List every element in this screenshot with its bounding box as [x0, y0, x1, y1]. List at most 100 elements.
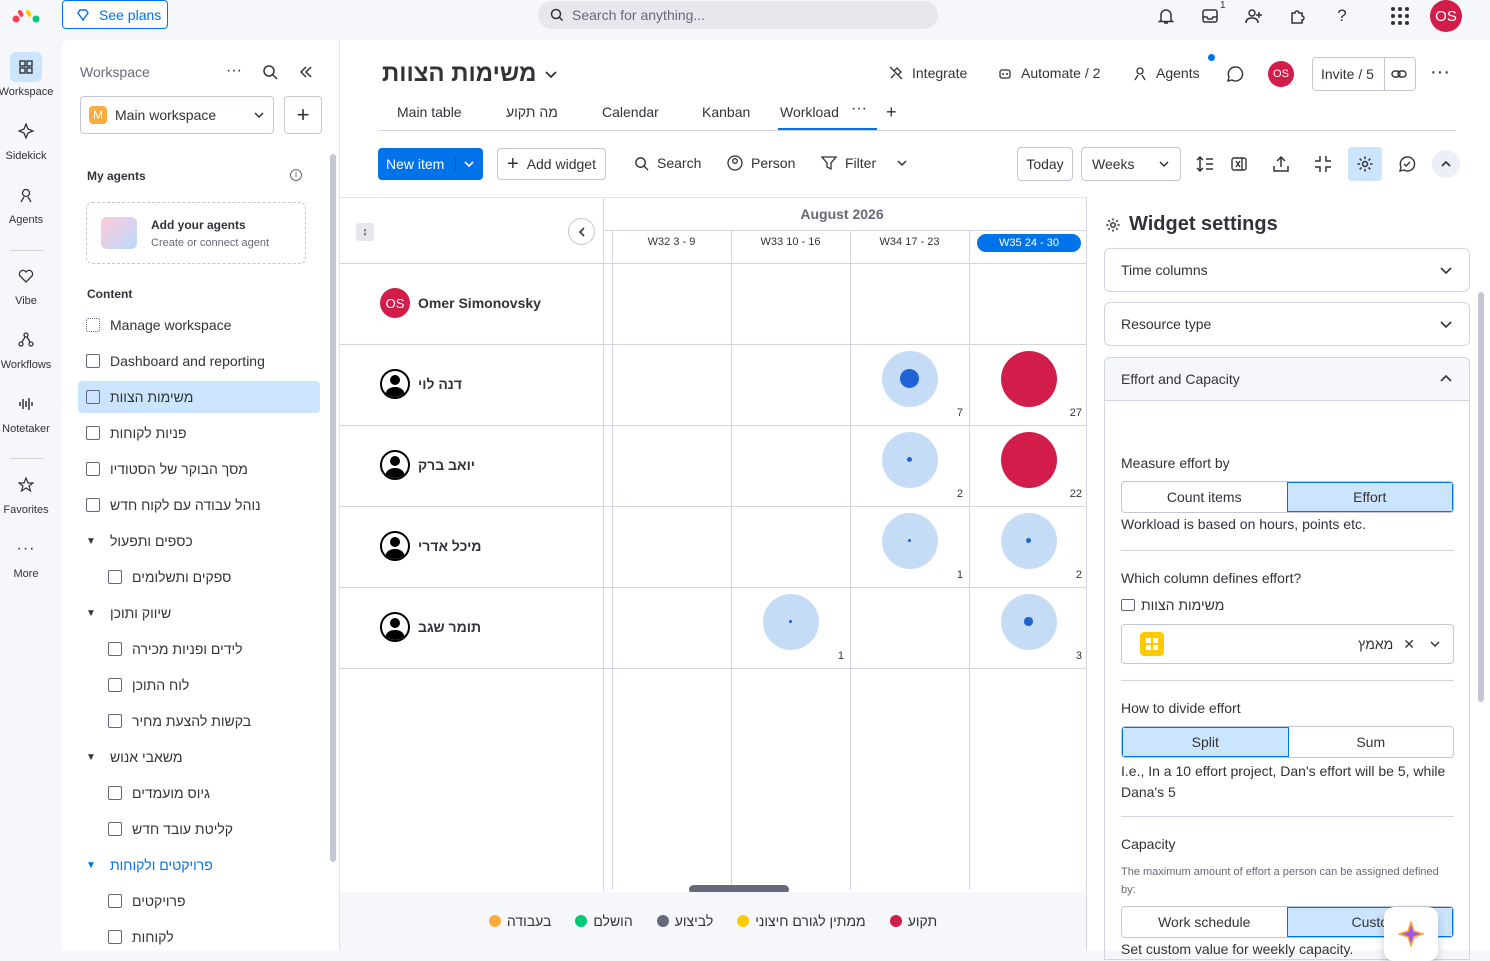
- person-row-label[interactable]: יואב ברק: [380, 450, 475, 480]
- rail-workspace[interactable]: Workspace: [0, 52, 53, 98]
- invite-button[interactable]: Invite / 5: [1312, 57, 1416, 91]
- inbox-icon[interactable]: [1198, 6, 1222, 26]
- workload-bubble[interactable]: [1000, 350, 1057, 407]
- current-week-header[interactable]: W35 24 - 30: [977, 234, 1081, 252]
- automate-button[interactable]: Automate / 2: [997, 65, 1100, 81]
- board-more-icon[interactable]: ···: [1430, 62, 1450, 82]
- sidebar-item-new-client-procedure[interactable]: נוהל עבודה עם לקוח חדש: [78, 489, 320, 521]
- bell-icon[interactable]: [1154, 6, 1178, 26]
- person-filter-button[interactable]: Person: [727, 155, 795, 171]
- search-button[interactable]: Search: [634, 155, 701, 171]
- sidebar-item-quote-requests[interactable]: בקשות להצעת מחיר: [100, 705, 320, 737]
- chevron-down-icon[interactable]: [463, 158, 475, 170]
- rail-favorites[interactable]: Favorites: [0, 470, 52, 516]
- board-title[interactable]: משימות הצוות: [382, 60, 558, 88]
- sidebar-more-icon[interactable]: ···: [226, 62, 242, 80]
- time-columns-accordion[interactable]: Time columns: [1104, 248, 1470, 292]
- link-icon[interactable]: [1391, 66, 1407, 82]
- sidebar-item-suppliers[interactable]: ספקים ותשלומים: [100, 561, 320, 593]
- filter-button[interactable]: Filter: [821, 155, 908, 171]
- ai-assistant-button[interactable]: [1384, 907, 1438, 961]
- monday-logo[interactable]: [12, 6, 42, 24]
- workload-bubble[interactable]: [1000, 512, 1057, 569]
- rail-notetaker[interactable]: Notetaker: [0, 389, 52, 435]
- new-item-button[interactable]: New item: [378, 148, 483, 180]
- legend-item[interactable]: לביצוע: [656, 913, 713, 929]
- sidebar-item-projects[interactable]: פרויקטים: [100, 885, 320, 917]
- feedback-icon[interactable]: [1398, 155, 1416, 173]
- effort-option[interactable]: Effort: [1286, 482, 1453, 512]
- sum-option[interactable]: Sum: [1289, 727, 1454, 757]
- sidebar-item-leads[interactable]: לידים ופניות מכירה: [100, 633, 320, 665]
- help-icon[interactable]: ?: [1330, 6, 1354, 26]
- tab-more-icon[interactable]: ···: [851, 100, 867, 118]
- rail-workflows[interactable]: Workflows: [0, 325, 52, 371]
- legend-item[interactable]: ממתין לגורם חיצוני: [737, 913, 866, 929]
- timescale-select[interactable]: Weeks: [1081, 147, 1181, 181]
- week-header[interactable]: W32 3 - 9: [612, 236, 731, 248]
- rail-agents[interactable]: Agents: [0, 180, 52, 226]
- collapse-names-icon[interactable]: [568, 218, 595, 245]
- agents-button[interactable]: Agents: [1132, 65, 1200, 81]
- apps-puzzle-icon[interactable]: [1286, 6, 1310, 26]
- rail-sidekick[interactable]: Sidekick: [0, 116, 52, 162]
- collapse-header-icon[interactable]: [1432, 150, 1460, 178]
- sidebar-item-manage-workspace[interactable]: Manage workspace: [78, 309, 320, 341]
- sidebar-scrollbar[interactable]: [330, 154, 336, 862]
- collapse-sidebar-icon[interactable]: [298, 64, 314, 80]
- sidebar-item-content-board[interactable]: לוח התוכן: [100, 669, 320, 701]
- person-row-label[interactable]: OS Omer Simonovsky: [380, 288, 541, 318]
- add-agents-card[interactable]: Add your agents Create or connect agent: [86, 202, 306, 264]
- workload-bubble[interactable]: [762, 593, 819, 650]
- app-switcher-icon[interactable]: [1388, 6, 1412, 26]
- chevron-down-icon[interactable]: [896, 157, 908, 169]
- fullscreen-icon[interactable]: [1314, 155, 1332, 173]
- tab-calendar[interactable]: Calendar: [602, 104, 659, 120]
- panel-scrollbar[interactable]: [1478, 292, 1484, 702]
- updates-icon[interactable]: [1226, 65, 1244, 83]
- workload-bubble[interactable]: [1000, 593, 1057, 650]
- workload-bubble[interactable]: [881, 431, 938, 488]
- content-header[interactable]: Content: [87, 287, 132, 301]
- sidebar-folder-marketing[interactable]: ▼ שיווק ותוכן: [78, 597, 320, 629]
- tab-workload[interactable]: Workload: [780, 104, 839, 120]
- sidebar-folder-projects[interactable]: ▼ פרויקטים ולקוחות: [78, 849, 320, 881]
- add-view-icon[interactable]: +: [886, 102, 897, 123]
- workspace-selector[interactable]: M Main workspace: [80, 96, 274, 134]
- workload-bubble[interactable]: [1000, 431, 1057, 488]
- week-header[interactable]: W33 10 - 16: [731, 236, 850, 248]
- tab-kanban[interactable]: Kanban: [702, 104, 750, 120]
- info-icon[interactable]: i: [290, 169, 302, 181]
- excel-export-icon[interactable]: [1230, 155, 1248, 173]
- sidebar-folder-finance[interactable]: ▼ כספים ותפעול: [78, 525, 320, 557]
- sidebar-item-studio-morning[interactable]: מסך הבוקר של הסטודיו: [78, 453, 320, 485]
- measure-effort-toggle[interactable]: Count items Effort: [1121, 481, 1454, 513]
- see-plans-button[interactable]: See plans: [62, 0, 168, 29]
- sidebar-item-clients[interactable]: לקוחות: [100, 921, 320, 953]
- tab-main-table[interactable]: Main table: [397, 104, 462, 120]
- clear-icon[interactable]: ✕: [1403, 636, 1415, 653]
- person-row-label[interactable]: מיכל אדרי: [380, 531, 481, 561]
- legend-item[interactable]: בעבודה: [488, 913, 551, 929]
- sidebar-folder-hr[interactable]: ▼ משאבי אנוש: [78, 741, 320, 773]
- global-search-input[interactable]: Search for anything...: [538, 1, 938, 29]
- invite-member-icon[interactable]: [1242, 6, 1266, 26]
- add-button[interactable]: +: [284, 96, 322, 134]
- today-button[interactable]: Today: [1017, 147, 1073, 181]
- settings-gear-icon[interactable]: [1348, 147, 1382, 181]
- count-items-option[interactable]: Count items: [1122, 482, 1287, 512]
- sidebar-search-icon[interactable]: [262, 64, 278, 80]
- integrate-button[interactable]: Integrate: [888, 65, 967, 81]
- effort-column-select[interactable]: מאמץ ✕: [1121, 624, 1454, 664]
- effort-capacity-accordion[interactable]: Effort and Capacity: [1104, 357, 1470, 401]
- legend-item[interactable]: תקוע: [889, 913, 937, 929]
- rail-more[interactable]: ··· More: [0, 534, 52, 580]
- sidebar-item-team-tasks[interactable]: משימות הצוות: [78, 381, 320, 413]
- expand-rows-icon[interactable]: ↕: [356, 223, 374, 241]
- divide-effort-toggle[interactable]: Split Sum: [1121, 726, 1454, 758]
- resource-type-accordion[interactable]: Resource type: [1104, 302, 1470, 346]
- tab-stuck[interactable]: מה תקוע: [506, 104, 558, 120]
- my-agents-header[interactable]: My agents: [87, 169, 146, 183]
- sidebar-item-onboarding[interactable]: קליטת עובד חדש: [100, 813, 320, 845]
- board-owner-avatar[interactable]: OS: [1268, 61, 1294, 87]
